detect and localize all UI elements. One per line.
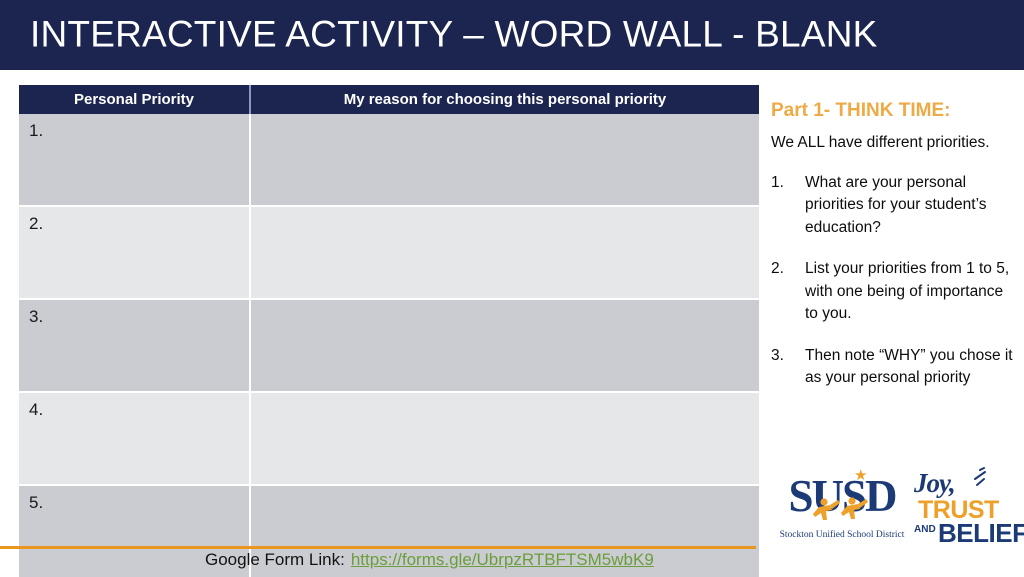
list-item: 3. Then note “WHY” you chose it as your … xyxy=(771,345,1016,390)
susd-logo-caption: Stockton Unified School District xyxy=(779,530,905,540)
instructions-panel: Part 1- THINK TIME: We ALL have differen… xyxy=(771,100,1016,409)
footer-link-row: Google Form Link: https://forms.gle/Ubrpz… xyxy=(205,550,654,570)
instruction-number-3: 3. xyxy=(771,346,784,364)
column-header-my-reason: My reason for choosing this personal pri… xyxy=(250,85,759,114)
google-form-link-label: Google Form Link: xyxy=(205,550,345,569)
logo-row: ★ SUSD Stockton Unified School District … xyxy=(778,466,1024,548)
table-row: 4. xyxy=(19,392,759,486)
table-row: 1. xyxy=(19,114,759,207)
cell-priority-3[interactable]: 3. xyxy=(19,299,251,393)
google-form-link[interactable]: https://forms.gle/UbrpzRTBFTSM5wbK9 xyxy=(351,550,654,569)
cell-priority-2[interactable]: 2. xyxy=(19,206,251,300)
cell-priority-1[interactable]: 1. xyxy=(19,114,251,207)
page-title: INTERACTIVE ACTIVITY – WORD WALL - BLANK xyxy=(30,13,878,55)
table-header-row: Personal Priority My reason for choosing… xyxy=(19,85,759,114)
belief-logo-word: BELIEF xyxy=(938,518,1024,548)
joy-trust-belief-logo: Joy, TRUST AND BELIEF xyxy=(912,467,1024,548)
instruction-text-1: What are your personal priorities for yo… xyxy=(805,174,987,236)
cell-reason-4[interactable] xyxy=(250,392,759,486)
cell-reason-1[interactable] xyxy=(250,114,759,207)
cell-priority-4[interactable]: 4. xyxy=(19,392,251,486)
slide-title-bar: INTERACTIVE ACTIVITY – WORD WALL - BLANK xyxy=(0,0,1024,70)
word-wall-table: Personal Priority My reason for choosing… xyxy=(19,85,759,577)
sparkle-icon xyxy=(974,467,986,486)
and-logo-word: AND xyxy=(914,524,936,535)
instructions-heading: Part 1- THINK TIME: xyxy=(771,100,951,121)
susd-logo: ★ SUSD Stockton Unified School District xyxy=(778,468,906,548)
table-row: 3. xyxy=(19,299,759,393)
list-item: 1. What are your personal priorities for… xyxy=(771,172,1016,239)
list-item: 2. List your priorities from 1 to 5, wit… xyxy=(771,258,1016,325)
column-header-personal-priority: Personal Priority xyxy=(19,85,251,114)
cell-reason-3[interactable] xyxy=(250,299,759,393)
instruction-text-2: List your priorities from 1 to 5, with o… xyxy=(805,260,1010,323)
cell-reason-2[interactable] xyxy=(250,206,759,300)
instructions-list: 1. What are your personal priorities for… xyxy=(771,172,1016,390)
instruction-number-1: 1. xyxy=(771,174,784,191)
joy-logo-word: Joy, xyxy=(914,468,956,498)
instructions-intro: We ALL have different priorities. xyxy=(771,134,990,151)
table-row: 2. xyxy=(19,206,759,300)
instruction-text-3: Then note “WHY” you chose it as your per… xyxy=(805,346,1013,387)
running-children-icon xyxy=(813,497,868,520)
footer-divider xyxy=(0,546,756,549)
instruction-number-2: 2. xyxy=(771,260,784,278)
